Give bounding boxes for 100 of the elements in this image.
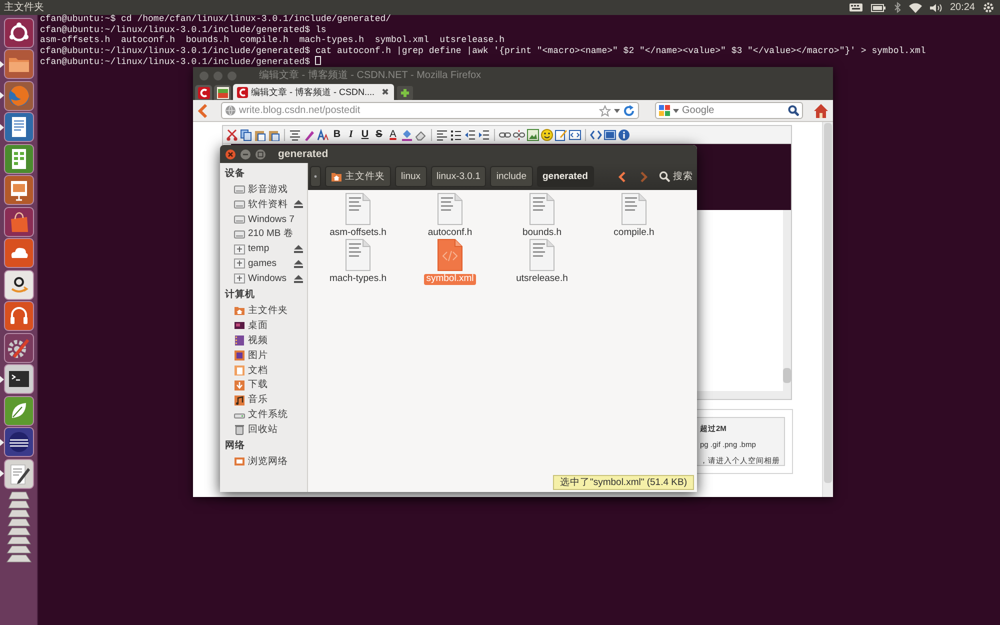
file-name[interactable]: autoconf.h — [426, 228, 474, 239]
paste-icon[interactable] — [268, 128, 280, 140]
spreadsheet-icon[interactable] — [4, 144, 34, 174]
info-icon[interactable] — [618, 128, 630, 140]
bluetooth-icon[interactable] — [894, 2, 901, 13]
browser-tab[interactable]: 编辑文章 - 博客频道 - CSDN.... ✖ — [233, 84, 394, 100]
eject-icon[interactable] — [294, 274, 303, 283]
bold-button[interactable]: B — [331, 128, 343, 141]
eraser-icon[interactable] — [415, 128, 427, 140]
search-button[interactable]: 搜索 — [659, 170, 693, 182]
file-name[interactable]: utsrelease.h — [514, 274, 570, 285]
strikethrough-button[interactable]: S — [373, 128, 385, 141]
smiley-icon[interactable] — [541, 128, 553, 140]
eject-icon[interactable] — [294, 260, 303, 268]
caret-icon[interactable] — [673, 108, 679, 112]
list-icon[interactable] — [450, 128, 462, 140]
sidebar-item[interactable]: 影音游戏 — [223, 182, 307, 197]
address-bar[interactable]: write.blog.csdn.net/postedit — [221, 102, 639, 119]
embed-icon[interactable] — [569, 128, 581, 140]
brush-icon[interactable] — [303, 128, 315, 140]
ring-icon[interactable] — [4, 18, 34, 48]
pinned-tab[interactable] — [195, 85, 212, 100]
edit-icon[interactable] — [555, 128, 567, 140]
gear-icon[interactable] — [4, 332, 34, 363]
font-size-icon[interactable] — [317, 128, 329, 140]
scissors-icon[interactable] — [226, 128, 238, 140]
underline-button[interactable]: U — [359, 128, 371, 141]
copy-icon[interactable] — [240, 128, 252, 140]
leaf-icon[interactable] — [4, 396, 34, 426]
search-bar[interactable]: Google — [655, 102, 803, 119]
unlink-icon[interactable] — [513, 128, 525, 140]
sidebar-item[interactable]: 文档 — [223, 362, 307, 378]
file-name[interactable]: asm-offsets.h — [328, 228, 388, 239]
folder-icon[interactable] — [4, 49, 34, 80]
path-button[interactable]: include — [490, 166, 532, 187]
sidebar-item[interactable]: 下载 — [223, 378, 307, 393]
path-button[interactable]: generated — [536, 166, 594, 187]
sidebar-item[interactable]: 主文件夹 — [223, 303, 307, 318]
document-icon[interactable] — [4, 112, 34, 142]
back-icon[interactable] — [617, 170, 627, 182]
sidebar-item[interactable]: 浏览网络 — [223, 454, 307, 470]
caret-icon[interactable] — [614, 108, 620, 112]
headphones-icon[interactable] — [4, 301, 34, 332]
icon-stack-drawing[interactable] — [4, 490, 34, 566]
indent-icon[interactable] — [478, 128, 490, 140]
volume-icon[interactable] — [930, 2, 942, 12]
fill-bucket-icon[interactable] — [401, 128, 413, 140]
reload-icon[interactable] — [623, 104, 635, 116]
address-input[interactable]: write.blog.csdn.net/postedit — [239, 104, 596, 118]
battery-icon[interactable] — [870, 2, 886, 12]
maximize-button[interactable] — [255, 148, 266, 160]
file-name[interactable]: mach-types.h — [327, 274, 389, 285]
text-file-icon[interactable] — [437, 193, 463, 225]
paragraph-icon[interactable] — [289, 128, 301, 140]
outdent-icon[interactable] — [464, 128, 476, 140]
search-icon[interactable] — [788, 105, 799, 116]
settings-icon[interactable] — [983, 2, 994, 13]
scroll-left-button[interactable] — [310, 166, 321, 187]
home-icon[interactable] — [813, 102, 829, 118]
terminal-icon[interactable] — [4, 364, 34, 394]
text-file-icon[interactable] — [345, 193, 371, 225]
text-file-icon[interactable] — [345, 239, 371, 271]
sidebar-item[interactable]: Windows 7 — [223, 212, 307, 227]
sidebar-item[interactable]: Windows — [223, 271, 307, 286]
xml-file-icon[interactable] — [437, 239, 463, 271]
sidebar-item[interactable]: 音乐 — [223, 392, 307, 408]
text-file-icon[interactable] — [529, 239, 555, 271]
sidebar-item[interactable]: 图片 — [223, 348, 307, 363]
italic-button[interactable]: I — [345, 128, 357, 141]
file-name[interactable]: bounds.h — [520, 228, 564, 239]
align-left-icon[interactable] — [436, 128, 448, 140]
sidebar-item[interactable]: 210 MB 卷 — [223, 226, 307, 242]
sidebar-item[interactable]: 软件资料 — [223, 196, 307, 212]
sidebar-item[interactable]: 视频 — [223, 333, 307, 348]
sidebar-item[interactable]: temp — [223, 242, 307, 256]
text-color-button[interactable]: A — [387, 128, 399, 141]
path-button[interactable]: 主文件夹 — [325, 166, 391, 187]
paste-icon[interactable] — [254, 128, 266, 140]
file-name[interactable]: compile.h — [612, 228, 656, 239]
eject-icon[interactable] — [294, 245, 303, 253]
pencil-icon[interactable] — [4, 458, 34, 489]
search-engine-icon[interactable] — [659, 105, 670, 116]
sidebar-item[interactable]: 文件系统 — [223, 407, 307, 422]
page-scrollbar[interactable] — [822, 122, 833, 497]
eject-icon[interactable] — [294, 200, 303, 208]
close-tab-button[interactable]: ✖ — [378, 85, 390, 99]
minimize-button[interactable] — [240, 148, 251, 160]
code-icon[interactable] — [590, 128, 602, 140]
text-file-icon[interactable] — [621, 193, 647, 225]
sidebar-item[interactable]: 桌面 — [223, 318, 307, 334]
presentation-icon[interactable] — [4, 175, 34, 206]
frame-icon[interactable] — [604, 128, 616, 140]
new-tab-icon[interactable] — [396, 86, 412, 100]
scrollbar-thumb[interactable] — [824, 123, 832, 483]
scrollbar-thumb[interactable] — [783, 368, 791, 383]
bookmark-star-icon[interactable] — [599, 104, 611, 116]
sidebar-item[interactable]: 回收站 — [223, 422, 307, 438]
clock-text[interactable]: 20:24 — [950, 2, 975, 14]
image-icon[interactable] — [527, 128, 539, 140]
keyboard-icon[interactable] — [848, 3, 863, 12]
